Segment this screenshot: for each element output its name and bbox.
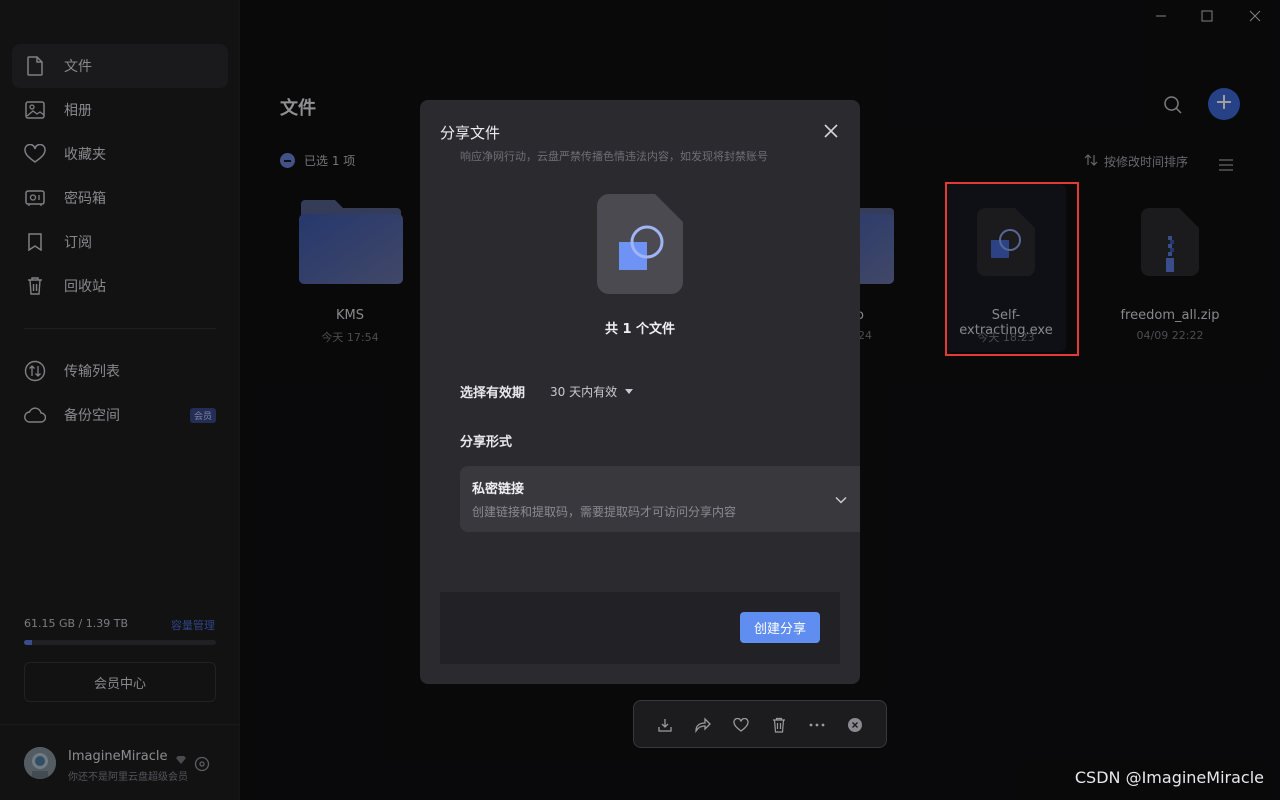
selection-toolbar: [633, 700, 887, 748]
watermark: CSDN @ImagineMiracle: [1074, 768, 1264, 787]
close-icon[interactable]: [822, 122, 840, 140]
exe-file-icon: [597, 194, 683, 298]
download-icon[interactable]: [655, 715, 675, 735]
share-form-label: 分享形式: [460, 435, 513, 450]
share-type-select[interactable]: 私密链接 创建链接和提取码，需要提取码才可访问分享内容: [460, 466, 860, 532]
more-icon[interactable]: [807, 715, 827, 735]
share-dialog: 分享文件 响应净网行动，云盘严禁传播色情违法内容，如发现将封禁账号 共 1 个文…: [420, 100, 860, 684]
dialog-title: 分享文件: [440, 124, 501, 142]
app-window: 文件 相册 收藏夹 密码箱 订阅 回收站 传输列表 备份空间 会员 61.15 …: [0, 0, 1280, 800]
expiry-label: 选择有效期: [460, 386, 526, 401]
expiry-value: 30 天内有效: [550, 385, 618, 399]
share-type-title: 私密链接: [472, 482, 525, 497]
cancel-selection-icon[interactable]: [845, 715, 865, 735]
delete-icon[interactable]: [769, 715, 789, 735]
share-icon[interactable]: [693, 715, 713, 735]
highlight-box: [945, 182, 1079, 356]
favorite-icon[interactable]: [731, 715, 751, 735]
dialog-notice: 响应净网行动，云盘严禁传播色情违法内容，如发现将封禁账号: [460, 150, 768, 163]
chevron-down-icon: [834, 492, 848, 506]
dialog-footer: 创建分享: [440, 592, 840, 664]
expiry-select[interactable]: 30 天内有效: [550, 383, 634, 400]
share-type-desc: 创建链接和提取码，需要提取码才可访问分享内容: [472, 505, 737, 519]
caret-down-icon: [625, 389, 634, 394]
create-share-button[interactable]: 创建分享: [740, 612, 820, 643]
file-count: 共 1 个文件: [604, 322, 676, 337]
